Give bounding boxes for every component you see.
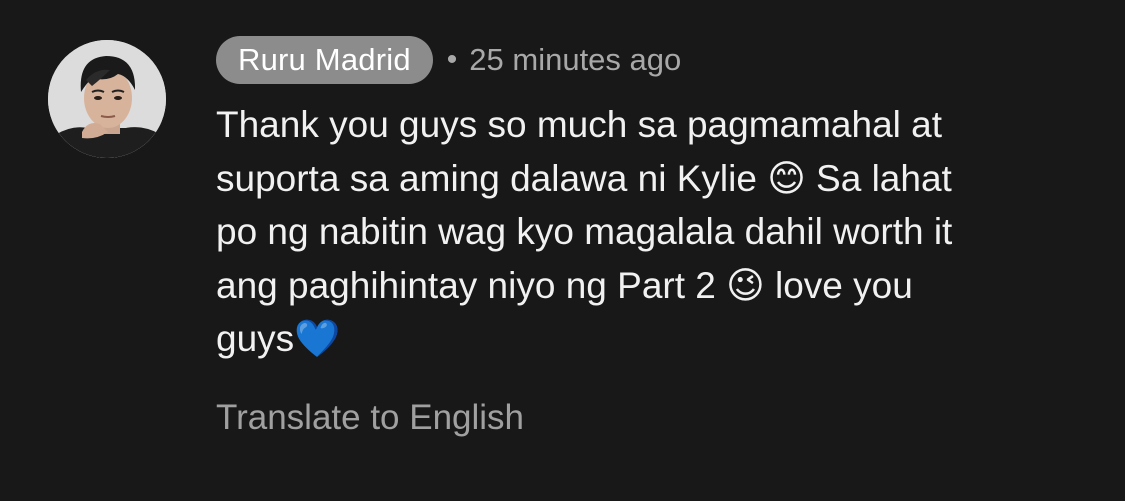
comment-timestamp[interactable]: 25 minutes ago — [469, 42, 681, 78]
avatar-photo-icon — [48, 40, 166, 158]
comment-text: Thank you guys so much sa pagmamahal at … — [216, 104, 953, 359]
author-name[interactable]: Ruru Madrid — [216, 36, 433, 84]
comment-meta: Ruru Madrid • 25 minutes ago — [216, 36, 1096, 84]
meta-separator: • — [446, 43, 458, 76]
comment-item: Ruru Madrid • 25 minutes ago Thank you g… — [0, 0, 1125, 501]
translate-button[interactable]: Translate to English — [216, 398, 524, 438]
avatar[interactable] — [48, 40, 166, 158]
comment-body: Ruru Madrid • 25 minutes ago Thank you g… — [216, 36, 1096, 366]
